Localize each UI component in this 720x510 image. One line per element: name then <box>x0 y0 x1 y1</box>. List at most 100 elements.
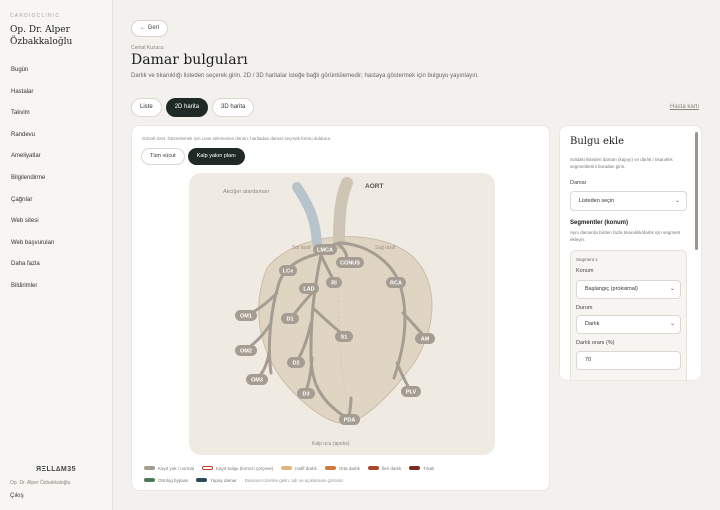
vessel-pill-d3[interactable]: D3 <box>297 388 315 399</box>
sidebar-item-bugun[interactable]: Bugün <box>0 60 113 82</box>
vendor-logo: ЯΞLL∆M35 <box>36 466 76 473</box>
vessel-pill-rca[interactable]: RCA <box>386 277 406 288</box>
legend-swatch <box>202 465 214 471</box>
current-user: Op. Dr. Alper Özbakkaloğlu <box>10 480 71 486</box>
sidebar-item-web-sitesi[interactable]: Web sitesi <box>0 211 113 233</box>
vessel-pill-lmca[interactable]: LMCA <box>313 244 337 255</box>
svg-text:RI: RI <box>331 281 337 287</box>
heart-closeup-button[interactable]: Kalp yakın planı <box>187 148 245 165</box>
svg-text:CONUS: CONUS <box>340 261 360 267</box>
svg-text:D2: D2 <box>292 361 299 367</box>
heart-svg: Akciğer atardamarı AORT Sol taraf Sağ ta… <box>223 177 435 447</box>
chevron-down-icon: ⌄ <box>669 321 675 327</box>
panel-description: Soldaki listeden damarı (kapıyı) ve darl… <box>570 157 673 169</box>
apex-label: Kalp ucu (apeks) <box>312 441 350 447</box>
segment-title: Segment 1 <box>576 257 598 262</box>
left-side-label: Sol taraf <box>292 245 311 251</box>
legend-swatch <box>324 465 336 471</box>
legend-swatch <box>281 465 293 471</box>
tab-liste[interactable]: Liste <box>131 98 162 117</box>
vessel-field-label: Damar <box>570 180 587 186</box>
percent-input[interactable]: 70 <box>576 351 681 370</box>
vessel-pill-om3[interactable]: OM3 <box>246 374 268 385</box>
aorta-label: AORT <box>365 183 383 190</box>
location-label: Konum <box>576 268 594 274</box>
vessel-pill-pda[interactable]: PDA <box>339 414 360 425</box>
heart-diagram: Akciğer atardamarı AORT Sol taraf Sağ ta… <box>189 173 495 455</box>
vessel-pill-om1[interactable]: OM1 <box>235 310 257 321</box>
vessel-pill-ri[interactable]: RI <box>326 277 342 288</box>
vessel-pill-lcx[interactable]: LCx <box>279 265 297 276</box>
svg-text:RCA: RCA <box>390 281 402 287</box>
svg-text:OM3: OM3 <box>251 378 263 384</box>
panel-scrollbar[interactable] <box>695 132 698 250</box>
view-toggle: Tüm vücut Kalp yakın planı <box>141 148 245 165</box>
add-finding-panel: Bulgu ekle Soldaki listeden damarı (kapı… <box>559 125 702 381</box>
whole-body-button[interactable]: Tüm vücut <box>141 148 185 165</box>
legend-item: Tıkalı <box>409 466 434 471</box>
vessel-pill-plv[interactable]: PLV <box>401 386 421 397</box>
sidebar-item-bilgilendirme[interactable]: Bilgilendirme <box>0 168 113 190</box>
svg-text:PDA: PDA <box>344 418 356 424</box>
sidebar-item-daha-fazla[interactable]: Daha fazla <box>0 254 113 276</box>
svg-text:S1: S1 <box>341 335 348 341</box>
map-hint: Görsel özet. Düzenlemek için Liste sekme… <box>142 136 332 141</box>
vessel-pill-s1[interactable]: S1 <box>335 331 353 342</box>
lung-artery-vessel <box>292 182 322 248</box>
legend-item: İleri darlık <box>367 465 401 471</box>
svg-text:D3: D3 <box>302 392 309 398</box>
status-select[interactable]: Darlık ⌄ <box>576 315 681 334</box>
doctor-name: Op. Dr. Alper Özbakkaloğlu <box>10 25 73 47</box>
lung-artery-label: Akciğer atardamarı <box>223 189 269 195</box>
logout-link[interactable]: Çıkış <box>10 493 24 499</box>
back-button[interactable]: ← Geri <box>131 20 169 37</box>
status-label: Durum <box>576 305 593 311</box>
sidebar-item-web-basvurulari[interactable]: Web başvuruları <box>0 233 113 255</box>
sidebar-item-cagrilar[interactable]: Çağrılar <box>0 190 113 212</box>
segments-title: Segmentler (konum) <box>570 220 629 226</box>
brand-tagline: CARDIOCLINIC <box>10 13 61 19</box>
tab-3d-harita[interactable]: 3D harita <box>212 98 255 117</box>
legend-note: Damarın üzerine gelin: adı ve açıklaması… <box>244 477 345 483</box>
svg-text:PLV: PLV <box>406 390 417 396</box>
vessel-pill-lad[interactable]: LAD <box>299 283 319 294</box>
svg-text:OM2: OM2 <box>240 349 252 355</box>
breadcrumb-patient: Cemal Kuzucu <box>131 45 164 51</box>
sidebar: CARDIOCLINIC Op. Dr. Alper Özbakkaloğlu … <box>0 0 113 510</box>
page-description: Darlık ve tıkanıklığı listeden seçerek g… <box>131 73 479 79</box>
sidebar-item-randevu[interactable]: Randevu <box>0 125 113 147</box>
sidebar-item-bildirimler[interactable]: Bildirimler <box>0 276 113 298</box>
vessel-pill-am[interactable]: AM <box>415 333 435 344</box>
vessel-select[interactable]: Listeden seçin ⌄ <box>570 191 687 211</box>
legend-swatch <box>409 465 421 471</box>
sidebar-nav: Bugün Hastalar Takvim Randevu Ameliyatla… <box>0 60 113 298</box>
legend-item: Kayıt yok / normal <box>144 466 194 471</box>
legend-item: Yapay damar <box>196 477 237 483</box>
map-legend: Kayıt yok / normal Kayıt bulgu (kırmızı … <box>144 462 544 486</box>
vessel-pill-om2[interactable]: OM2 <box>235 345 257 356</box>
view-tabs: Liste 2D harita 3D harita <box>131 98 255 117</box>
segments-description: Aynı damarda birden fazla tıkanıklık/dar… <box>570 230 681 242</box>
legend-item: Hafif darlık <box>281 466 317 471</box>
sidebar-item-ameliyatlar[interactable]: Ameliyatlar <box>0 146 113 168</box>
map-card: Görsel özet. Düzenlemek için Liste sekme… <box>131 125 550 491</box>
svg-text:LAD: LAD <box>303 287 314 293</box>
aorta-vessel <box>333 177 353 249</box>
chevron-down-icon: ⌄ <box>669 286 675 292</box>
legend-swatch <box>144 465 155 471</box>
vessel-pill-d2[interactable]: D2 <box>287 357 305 368</box>
patient-card-link[interactable]: Hasta kartı <box>670 104 699 110</box>
legend-item: Ortolog bypass <box>144 478 188 483</box>
legend-swatch <box>367 465 379 471</box>
sidebar-item-takvim[interactable]: Takvim <box>0 103 113 125</box>
svg-text:LMCA: LMCA <box>317 248 333 254</box>
vessel-pill-conus[interactable]: CONUS <box>336 257 364 268</box>
svg-text:D1: D1 <box>286 317 293 323</box>
tab-2d-harita[interactable]: 2D harita <box>165 98 209 117</box>
location-select[interactable]: Başlangıç (proksimal) ⌄ <box>576 280 681 299</box>
sidebar-item-hastalar[interactable]: Hastalar <box>0 82 113 104</box>
right-side-label: Sağ taraf <box>375 245 396 251</box>
legend-swatch <box>196 477 208 483</box>
vessel-pill-d1[interactable]: D1 <box>281 313 299 324</box>
legend-swatch <box>144 477 155 483</box>
